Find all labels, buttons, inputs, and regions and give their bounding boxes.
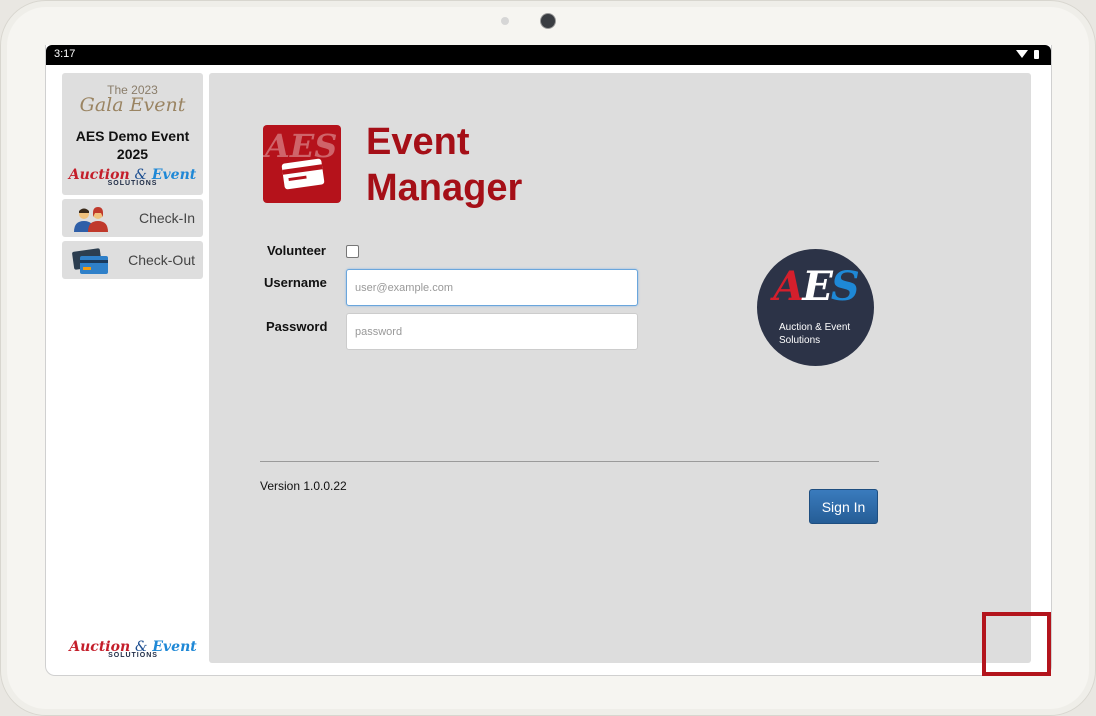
app-icon-monogram: AES <box>265 127 338 165</box>
wifi-icon <box>1016 50 1028 59</box>
tablet-frame: 3:17 The 2023 Gala Event AES Demo Event … <box>0 0 1096 716</box>
event-name: AES Demo Event 2025 <box>75 128 190 162</box>
app-title: Event Manager <box>366 119 586 211</box>
highlight-box <box>982 612 1051 676</box>
divider <box>260 461 879 462</box>
nav-check-out-label: Check-Out <box>128 252 195 268</box>
app-icon: AES <box>263 125 341 203</box>
battery-icon <box>1034 49 1039 59</box>
event-card[interactable]: The 2023 Gala Event AES Demo Event 2025 … <box>62 73 203 195</box>
aes-logo-monogram: AES <box>773 263 859 310</box>
gala-name: Gala Event <box>79 94 186 116</box>
camera-lens <box>541 14 555 28</box>
username-input[interactable] <box>346 269 638 306</box>
nav-check-in-button[interactable]: Check-In <box>62 199 203 237</box>
app-title-line2: Manager <box>366 167 523 209</box>
sidebar: The 2023 Gala Event AES Demo Event 2025 … <box>62 73 204 663</box>
version-text: Version 1.0.0.22 <box>260 479 347 493</box>
volunteer-checkbox[interactable] <box>346 245 359 258</box>
password-label: Password <box>266 319 328 334</box>
aes-logo: AES Auction & Event Solutions <box>757 249 874 366</box>
sensor-dot <box>501 17 509 25</box>
login-panel: AES Event Manager Volunteer Username Pas… <box>209 73 1031 663</box>
status-time: 3:17 <box>54 48 76 60</box>
nav-check-in-label: Check-In <box>138 210 195 226</box>
footer-brand-logo: Auction & Event SOLUTIONS <box>69 639 197 659</box>
password-input[interactable] <box>346 313 638 350</box>
credit-cards-icon <box>72 248 108 274</box>
people-icon <box>74 207 108 232</box>
app-title-line1: Event <box>366 121 470 163</box>
credit-card-icon <box>281 158 325 190</box>
nav-check-out-button[interactable]: Check-Out <box>62 241 203 279</box>
sign-in-button[interactable]: Sign In <box>809 489 878 524</box>
status-bar: 3:17 <box>46 45 1051 65</box>
volunteer-label: Volunteer <box>267 243 326 258</box>
event-card-brand-logo: Auction & Event SOLUTIONS <box>68 167 197 187</box>
username-label: Username <box>264 275 327 290</box>
tablet-screen: 3:17 The 2023 Gala Event AES Demo Event … <box>45 45 1052 676</box>
aes-logo-text: Auction & Event Solutions <box>779 322 851 346</box>
